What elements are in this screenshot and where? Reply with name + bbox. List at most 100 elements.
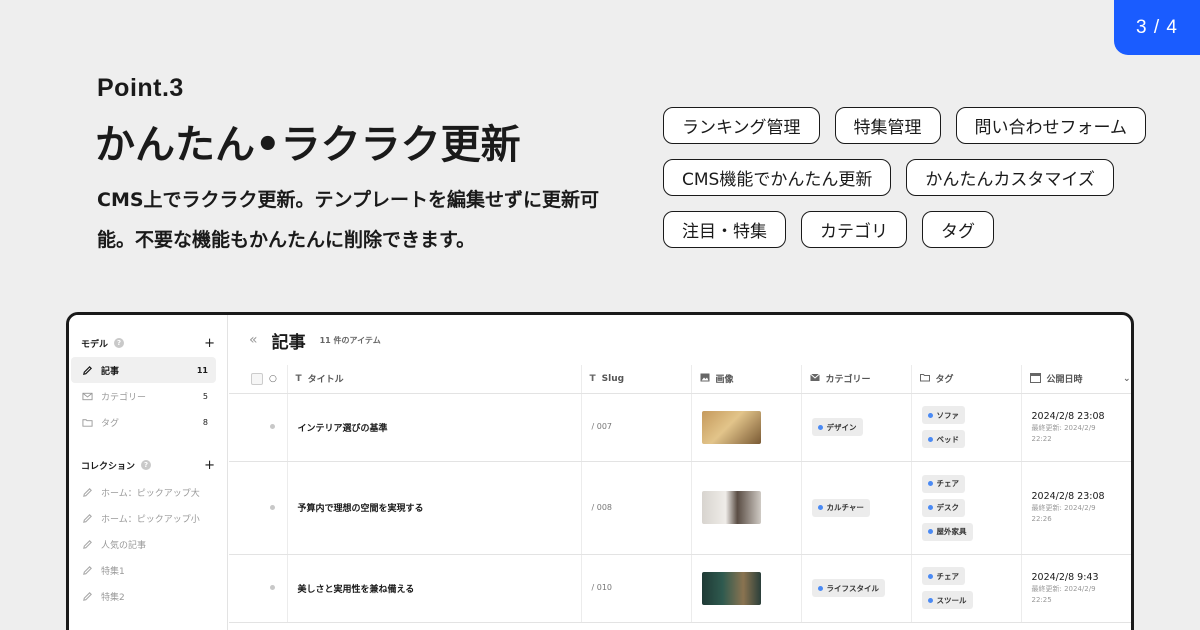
chip-label: 屋外家具: [936, 527, 967, 536]
category-chip: デザイン: [811, 418, 863, 436]
updated-time: 22:22: [1031, 434, 1052, 443]
chip-label: ソファ: [936, 410, 960, 420]
column-label: 画像: [715, 375, 734, 386]
folder-icon: [81, 416, 93, 428]
chip-dot: [927, 597, 933, 603]
cms-app-window: モデル? + 記事 11 カテゴリー 5 タグ 8 コレクション? + ホーム：…: [66, 312, 1134, 630]
table-row[interactable]: 美しさと実用性を兼ね備える / 010 ライフスタイル チェア スツール 202…: [229, 554, 1131, 623]
row-title: 美しさと実用性を兼ね備える: [297, 584, 415, 595]
sidebar-item-articles[interactable]: 記事 11: [71, 357, 216, 383]
feature-tags: ランキング管理 特集管理 問い合わせフォーム CMS機能でかんたん更新 かんたん…: [663, 107, 1163, 263]
folder-icon: [919, 373, 930, 385]
row-status: [229, 393, 288, 462]
column-header-tags[interactable]: タグ: [911, 365, 1022, 394]
article-thumbnail: [701, 571, 761, 605]
sidebar-item-tags[interactable]: タグ 8: [71, 409, 216, 435]
help-icon[interactable]: ?: [141, 460, 152, 470]
column-label: 公開日時: [1046, 375, 1083, 386]
sidebar-item-collection[interactable]: ホーム：ピックアップ小: [71, 505, 216, 531]
row-date-cell: 2024/2/8 23:08 最終更新: 2024/2/9 22:22: [1021, 393, 1131, 462]
column-label: カテゴリー: [825, 375, 871, 386]
chip-label: デスク: [936, 503, 960, 512]
column-header-title[interactable]: T タイトル: [287, 365, 582, 394]
row-title-cell: 美しさと実用性を兼ね備える: [287, 554, 582, 623]
item-count: 5: [202, 391, 208, 401]
publish-date: 2024/2/8 23:08: [1031, 491, 1105, 502]
sidebar-item-collection[interactable]: ホーム：ピックアップ大: [71, 479, 216, 505]
description: CMS上でラクラク更新。テンプレートを編集せずに更新可能。不要な機能もかんたんに…: [97, 189, 599, 251]
row-slug: / 008: [591, 502, 613, 512]
row-date-cell: 2024/2/8 23:08 最終更新: 2024/2/9 22:26: [1021, 461, 1131, 555]
table-row[interactable]: インテリア選びの基準 / 007 デザイン ソファ ベッド 2024/2/8 2…: [229, 393, 1131, 462]
sidebar-item-label: ホーム：ピックアップ大: [101, 488, 200, 499]
row-status: [229, 554, 288, 623]
pencil-icon: [81, 590, 93, 602]
row-tags-cell: ソファ ベッド: [911, 393, 1022, 462]
chip-label: チェア: [936, 479, 960, 488]
row-category-cell: デザイン: [801, 393, 912, 462]
item-count: 11: [196, 365, 208, 375]
status-dot: [270, 504, 276, 510]
updated-label: 最終更新: 2024/2/9: [1031, 423, 1096, 432]
category-chip: ライフスタイル: [811, 579, 885, 597]
publish-date: 2024/2/8 9:43: [1031, 571, 1099, 583]
tag-chip: 屋外家具: [921, 522, 973, 541]
tag-chip: チェア: [921, 567, 965, 585]
models-header: モデル? +: [69, 329, 227, 357]
article-thumbnail: [701, 410, 761, 444]
sidebar-item-collection[interactable]: 特集2: [71, 583, 216, 609]
pencil-icon: [81, 364, 93, 376]
collections-header: コレクション? +: [69, 451, 227, 479]
tag-chip: デスク: [921, 498, 965, 517]
row-status: [229, 461, 288, 555]
tag-row: ランキング管理 特集管理 問い合わせフォーム: [663, 107, 1163, 144]
updated-label: 最終更新: 2024/2/9: [1031, 584, 1096, 593]
row-category-cell: ライフスタイル: [801, 554, 912, 623]
column-header-published[interactable]: 公開日時 ⌄: [1021, 365, 1131, 394]
sidebar-item-collection[interactable]: 人気の記事: [71, 531, 216, 557]
select-column-header: ○: [229, 365, 288, 394]
column-header-category[interactable]: カテゴリー: [801, 365, 912, 394]
collections-label: コレクション: [81, 461, 136, 472]
text-type-icon: T: [589, 373, 596, 384]
sidebar-item-label: カテゴリー: [101, 392, 147, 403]
row-date-cell: 2024/2/8 9:43 最終更新: 2024/2/9 22:25: [1021, 554, 1131, 623]
point-label: Point.3: [97, 74, 184, 102]
sidebar-item-label: 人気の記事: [101, 540, 147, 551]
add-model-icon[interactable]: +: [204, 336, 215, 351]
column-header-slug[interactable]: T Slug: [581, 365, 692, 394]
mail-icon: [809, 373, 820, 385]
table-row[interactable]: 予算内で理想の空間を実現する / 008 カルチャー チェア デスク 屋外家具 …: [229, 461, 1131, 555]
chip-label: ライフスタイル: [826, 583, 880, 593]
feature-tag: 問い合わせフォーム: [955, 107, 1146, 144]
updated-time: 22:26: [1031, 515, 1052, 523]
feature-tag: カテゴリ: [801, 211, 907, 248]
tag-chip: ベッド: [921, 430, 965, 448]
collapse-sidebar-icon[interactable]: «: [249, 332, 258, 348]
feature-tag: タグ: [922, 211, 994, 248]
row-slug: / 010: [591, 583, 613, 592]
chip-dot: [927, 573, 933, 579]
content-header: « 記事 11 件のアイテム: [229, 315, 1131, 365]
chevron-down-icon[interactable]: ⌄: [1123, 374, 1131, 384]
add-collection-icon[interactable]: +: [204, 458, 215, 473]
sidebar-item-label: 特集2: [101, 592, 125, 603]
sidebar-item-collection[interactable]: 特集1: [71, 557, 216, 583]
row-slug: / 007: [591, 422, 613, 431]
row-title-cell: 予算内で理想の空間を実現する: [287, 461, 582, 555]
pencil-icon: [81, 512, 93, 524]
sidebar-item-categories[interactable]: カテゴリー 5: [71, 383, 216, 409]
select-all-checkbox[interactable]: [251, 372, 263, 385]
sidebar-item-label: ホーム：ピックアップ小: [101, 514, 200, 525]
chip-dot: [927, 436, 933, 442]
help-icon[interactable]: ?: [114, 338, 125, 348]
chip-dot: [817, 424, 823, 430]
sidebar-item-label: タグ: [101, 418, 120, 429]
column-header-image[interactable]: 画像: [691, 365, 802, 394]
updated-label: 最終更新: 2024/2/9: [1031, 504, 1096, 512]
text-type-icon: T: [295, 373, 302, 384]
pencil-icon: [81, 538, 93, 550]
feature-tag: CMS機能でかんたん更新: [663, 159, 892, 196]
row-tags-cell: チェア デスク 屋外家具: [911, 461, 1022, 555]
feature-tag: ランキング管理: [663, 107, 820, 144]
